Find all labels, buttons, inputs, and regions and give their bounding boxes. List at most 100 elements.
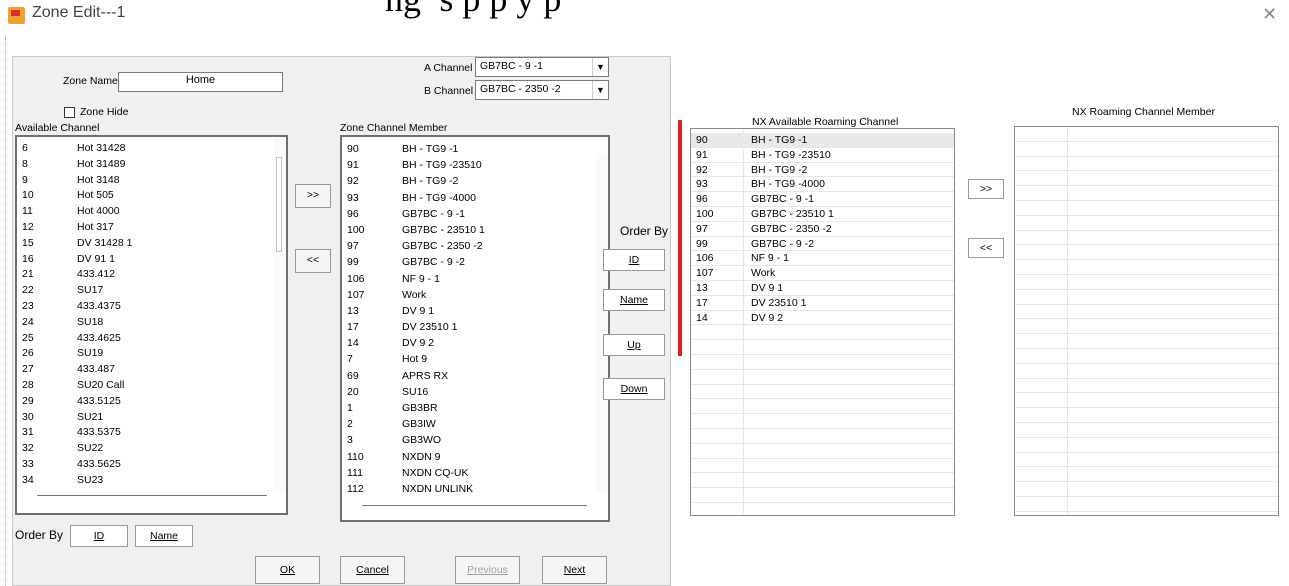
channel-id: 2 [347,418,353,431]
grid-empty-row [691,385,954,400]
list-item[interactable]: 99 GB7BC - 9 -2 [342,254,594,270]
list-item[interactable]: 92 BH - TG9 -2 [691,163,954,178]
list-item[interactable]: 16 DV 91 1 [17,252,272,268]
list-item[interactable]: 12 Hot 317 [17,220,272,236]
channel-name: GB7BC - 2350 -2 [751,222,832,235]
list-item[interactable]: 111 NXDN CQ-UK [342,465,594,481]
channel-id: 96 [696,193,708,206]
list-item[interactable]: 24 SU18 [17,315,272,331]
close-icon[interactable]: ✕ [1262,4,1277,25]
bottom-order-id-button[interactable]: ID [70,525,128,547]
zone-name-input[interactable]: Home [118,72,283,92]
list-item[interactable]: 107 Work [691,266,954,281]
list-item[interactable]: 90 BH - TG9 -1 [691,133,954,148]
bottom-order-name-button[interactable]: Name [135,525,193,547]
list-item[interactable]: 14 DV 9 2 [691,311,954,326]
list-item[interactable]: 100 GB7BC - 23510 1 [342,222,594,238]
list-item[interactable]: 91 BH - TG9 -23510 [691,148,954,163]
list-item[interactable]: 96 GB7BC - 9 -1 [342,206,594,222]
list-item[interactable]: 92 BH - TG9 -2 [342,173,594,189]
list-item[interactable]: 107 Work [342,287,594,303]
list-item[interactable]: 69 APRS RX [342,368,594,384]
list-item[interactable]: 17 DV 23510 1 [691,296,954,311]
ok-button[interactable]: OK [255,556,320,584]
order-by-name-button[interactable]: Name [603,289,665,311]
zone-member-list[interactable]: 90 BH - TG9 -1 91 BH - TG9 -23510 92 BH - TG9… [340,135,610,522]
list-item[interactable]: 22 SU17 [17,283,272,299]
list-item[interactable]: 106 NF 9 - 1 [691,251,954,267]
channel-name: SU21 [77,410,104,423]
grid-empty-row [1015,408,1278,423]
grid-empty-row [691,355,954,370]
list-item[interactable]: 26 SU19 [17,346,272,362]
chevron-down-icon[interactable]: ▼ [592,58,608,76]
background-text: ng’ s p p y p [385,0,561,20]
nx-remove-button[interactable]: << [968,238,1004,258]
list-item[interactable]: 33 433.5625 [17,457,272,473]
list-item[interactable]: 11 Hot 4000 [17,204,272,220]
nx-add-button[interactable]: >> [968,179,1004,199]
move-down-button[interactable]: Down [603,378,665,400]
order-by-id-button[interactable]: ID [603,249,665,271]
list-item[interactable]: 7 Hot 9 [342,351,594,367]
list-item[interactable]: 28 SU20 Call [17,378,272,394]
cancel-button[interactable]: Cancel [340,556,405,584]
channel-id: 93 [347,191,359,204]
member-hscrollbar[interactable] [362,505,587,506]
list-item[interactable]: 21 433.412 [17,267,272,283]
list-item[interactable]: 112 NXDN UNLINK [342,481,594,497]
list-item[interactable]: 13 DV 9 1 [691,281,954,296]
list-item[interactable]: 34 SU23 [17,473,272,489]
available-scroll-thumb[interactable] [276,157,282,252]
list-item[interactable]: 2 GB3IW [342,416,594,432]
list-item[interactable]: 31 433.5375 [17,425,272,441]
nx-member-grid[interactable] [1014,126,1279,516]
list-item[interactable]: 29 433.5125 [17,394,272,410]
list-item[interactable]: 91 BH - TG9 -23510 [342,157,594,173]
move-up-button[interactable]: Up [603,334,665,356]
list-item[interactable]: 14 DV 9 2 [342,335,594,351]
list-item[interactable]: 93 BH - TG9 -4000 [691,177,954,193]
grid-empty-row [1015,423,1278,438]
list-item[interactable]: 8 Hot 31489 [17,157,272,173]
list-item[interactable]: 1 GB3BR [342,400,594,416]
list-item[interactable]: 20 SU16 [342,384,594,400]
list-item[interactable]: 100 GB7BC - 23510 1 [691,207,954,222]
member-scrollbar[interactable] [596,153,608,493]
list-item[interactable]: 90 BH - TG9 -1 [342,141,594,157]
available-hscrollbar[interactable] [37,495,267,496]
list-item[interactable]: 23 433.4375 [17,299,272,315]
list-item[interactable]: 10 Hot 505 [17,188,272,204]
b-channel-select[interactable]: GB7BC - 2350 -2 ▼ [475,80,609,100]
list-item[interactable]: 99 GB7BC - 9 -2 [691,237,954,252]
add-to-zone-button[interactable]: >> [295,184,331,208]
list-item[interactable]: 3 GB3WO [342,432,594,448]
list-item[interactable]: 6 Hot 31428 [17,141,272,157]
list-item[interactable]: 30 SU21 [17,410,272,426]
list-item[interactable]: 97 GB7BC - 2350 -2 [691,222,954,237]
zone-hide-checkbox[interactable] [64,107,75,118]
available-channel-list[interactable]: 6 Hot 31428 8 Hot 31489 9 Hot 3148 10 Hot 505 11… [15,135,288,515]
list-item[interactable]: 17 DV 23510 1 [342,319,594,335]
list-item[interactable]: 96 GB7BC - 9 -1 [691,192,954,207]
list-item[interactable]: 9 Hot 3148 [17,173,272,189]
nx-available-grid[interactable]: 90 BH - TG9 -1 91 BH - TG9 -23510 92 BH - TG9… [690,128,955,516]
a-channel-select[interactable]: GB7BC - 9 -1 ▼ [475,57,609,77]
list-item[interactable]: 27 433.487 [17,362,272,378]
list-item[interactable]: 106 NF 9 - 1 [342,271,594,287]
list-item[interactable]: 97 GB7BC - 2350 -2 [342,238,594,254]
available-scrollbar[interactable] [274,139,286,493]
remove-from-zone-button[interactable]: << [295,249,331,273]
chevron-down-icon[interactable]: ▼ [592,81,608,99]
list-item[interactable]: 110 NXDN 9 [342,449,594,465]
list-item[interactable]: 93 BH - TG9 -4000 [342,190,594,206]
previous-button[interactable]: Previous [455,556,520,584]
list-item[interactable]: 13 DV 9 1 [342,303,594,319]
list-item[interactable]: 15 DV 31428 1 [17,236,272,252]
channel-name: DV 23510 1 [751,296,807,309]
channel-id: 34 [22,473,34,486]
list-item[interactable]: 32 SU22 [17,441,272,457]
channel-id: 28 [22,378,34,391]
list-item[interactable]: 25 433.4625 [17,331,272,347]
next-button[interactable]: Next [542,556,607,584]
